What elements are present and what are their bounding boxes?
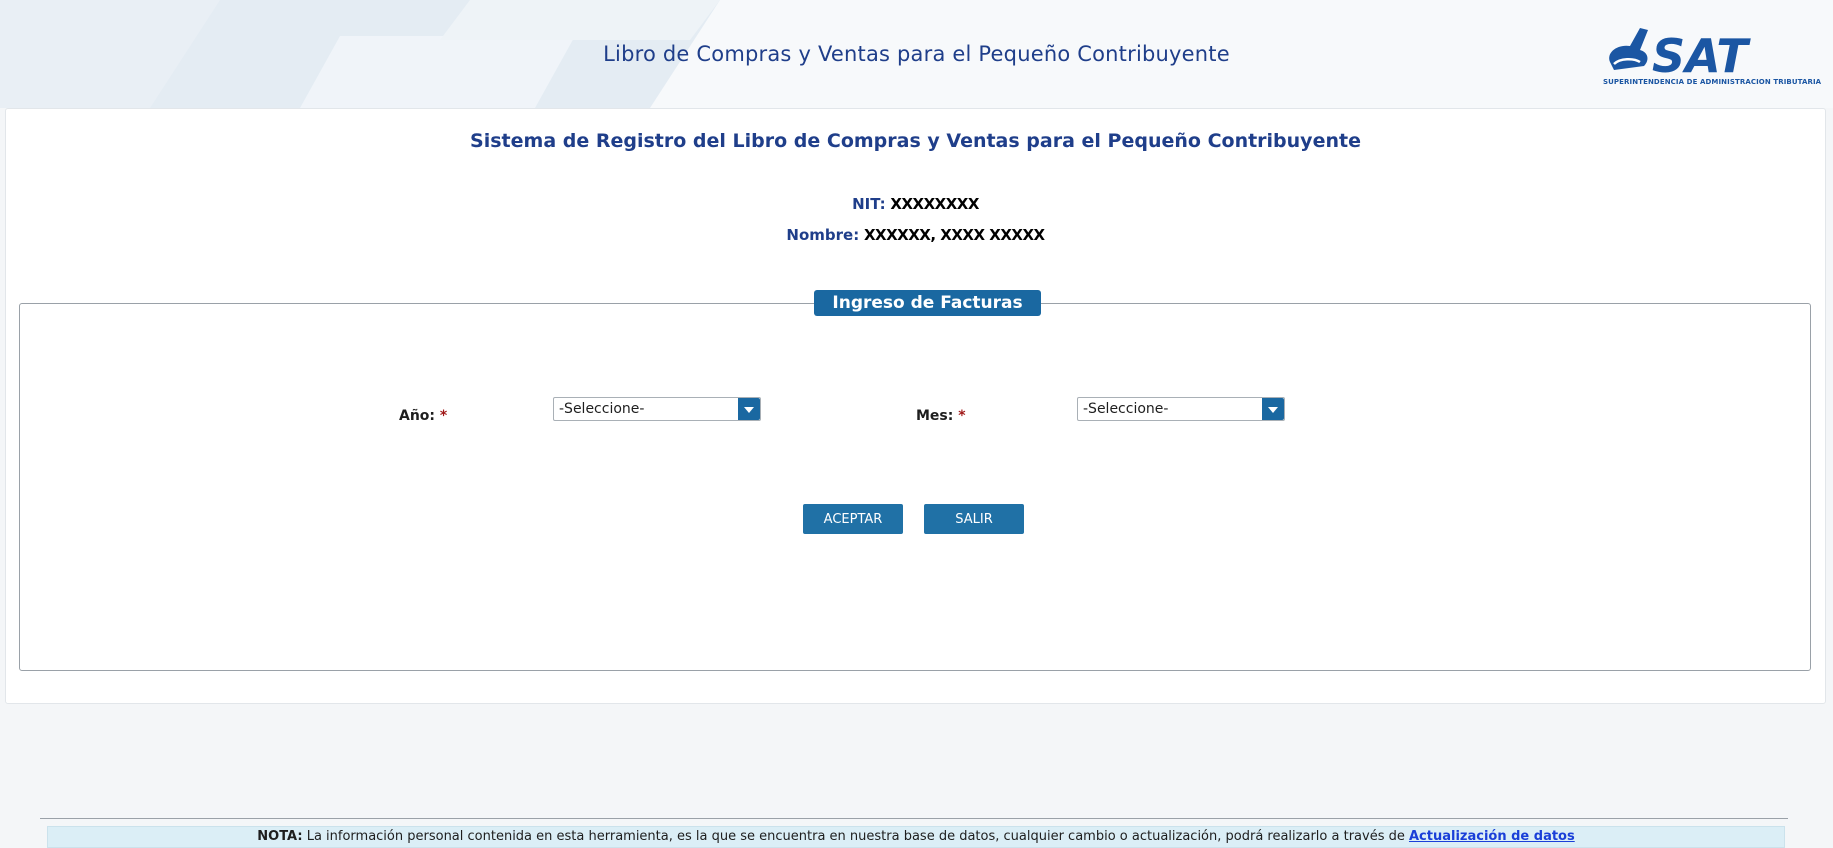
invoice-entry-fieldset: Ingreso de Facturas Año: * -Seleccione- … [19,290,1811,848]
system-title: Sistema de Registro del Libro de Compras… [470,130,1361,152]
year-select-value: -Seleccione- [559,401,645,417]
chevron-down-icon[interactable] [1262,398,1284,420]
accept-button[interactable]: ACEPTAR [803,504,903,534]
year-label: Año: [399,408,436,424]
nit-row: NIT: XXXXXXXX [6,195,1825,213]
name-label: Nombre: [786,226,860,244]
month-required-mark: * [958,408,966,424]
note-text: La información personal contenida en est… [302,829,1409,844]
note-bar: NOTA: La información personal contenida … [47,826,1785,848]
note-prefix: NOTA: [257,829,303,844]
chevron-down-icon[interactable] [738,398,760,420]
divider [40,818,1788,819]
logo-text: SAT [1652,29,1751,83]
fieldset-legend: Ingreso de Facturas [814,290,1041,316]
month-select[interactable]: -Seleccione- [1077,397,1285,421]
nit-value: XXXXXXXX [890,195,979,213]
month-select-value: -Seleccione- [1083,401,1169,417]
month-label: Mes: [916,408,954,424]
year-select[interactable]: -Seleccione- [553,397,761,421]
name-row: Nombre: XXXXXX, XXXX XXXXX [6,226,1825,244]
month-label-group: Mes: * [916,408,966,424]
year-label-group: Año: * [399,408,447,424]
main-panel: Sistema de Registro del Libro de Compras… [5,108,1826,848]
name-value: XXXXXX, XXXX XXXXX [863,226,1045,244]
page-header: Libro de Compras y Ventas para el Pequeñ… [0,0,1833,108]
logo-subtitle: SUPERINTENDENCIA DE ADMINISTRACION TRIBU… [1603,78,1822,86]
header-title: Libro de Compras y Ventas para el Pequeñ… [603,42,1230,66]
update-data-link[interactable]: Actualización de datos [1409,829,1575,844]
exit-button[interactable]: SALIR [924,504,1024,534]
year-required-mark: * [439,408,448,424]
nit-label: NIT: [852,195,886,213]
